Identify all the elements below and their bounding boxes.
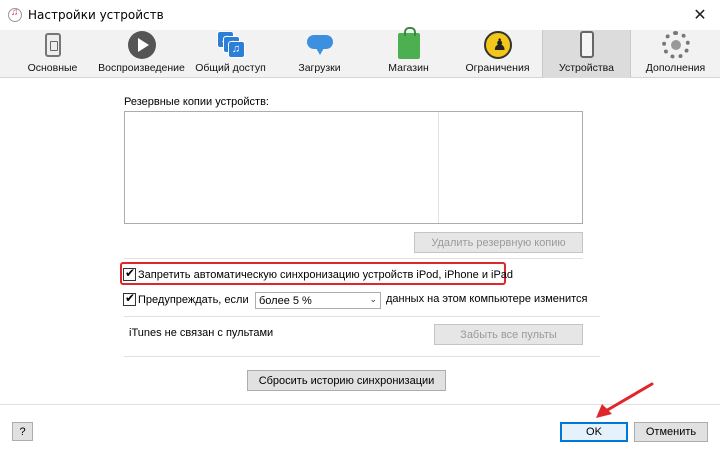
window-title: Настройки устройств [28, 8, 164, 22]
prevent-sync-row[interactable]: Запретить автоматическую синхронизацию у… [123, 266, 514, 281]
tab-label: Загрузки [298, 62, 341, 74]
sharing-icon: ♫ ♫ ♫ [216, 30, 245, 59]
tab-advanced[interactable]: Дополнения [631, 30, 720, 78]
warn-threshold-value: более 5 % [259, 294, 312, 307]
annotation-arrow [596, 382, 654, 418]
tab-label: Устройства [559, 62, 614, 74]
store-icon [397, 27, 420, 59]
prevent-sync-label: Запретить автоматическую синхронизацию у… [138, 268, 514, 281]
delete-backup-button[interactable]: Удалить резервную копию [414, 232, 583, 253]
cancel-button[interactable]: Отменить [634, 422, 708, 442]
chevron-down-icon: ⌄ [369, 294, 377, 304]
tab-label: Воспроизведение [98, 62, 185, 74]
gear-icon [661, 30, 690, 59]
remotes-status: iTunes не связан с пультами [129, 327, 274, 339]
warn-row[interactable]: Предупреждать, если [123, 291, 249, 306]
tab-store[interactable]: Магазин [364, 27, 453, 78]
prevent-sync-checkbox[interactable] [123, 266, 136, 281]
downloads-icon [305, 31, 335, 59]
tab-general[interactable]: Основные [8, 30, 97, 78]
divider [124, 356, 600, 357]
ok-button[interactable]: OK [560, 422, 628, 442]
divider [124, 258, 583, 259]
backups-label: Резервные копии устройств: [124, 96, 269, 108]
restrictions-icon [483, 30, 512, 59]
itunes-app-icon [8, 7, 22, 22]
forget-remotes-button[interactable]: Забыть все пульты [434, 324, 583, 345]
help-button[interactable]: ? [12, 422, 33, 441]
devices-icon [579, 31, 594, 58]
tab-label: Дополнения [645, 62, 706, 74]
warn-label: Предупреждать, если [138, 293, 249, 306]
tab-downloads[interactable]: Загрузки [275, 30, 364, 78]
title-bar: Настройки устройств ✕ [0, 0, 720, 30]
tab-playback[interactable]: Воспроизведение [97, 30, 186, 78]
backups-list[interactable] [124, 111, 583, 224]
tab-sharing[interactable]: ♫ ♫ ♫ Общий доступ [186, 30, 275, 78]
close-icon[interactable]: ✕ [680, 0, 720, 30]
general-icon [44, 32, 61, 57]
preferences-toolbar: Основные Воспроизведение ♫ ♫ ♫ Общий дос… [0, 27, 720, 78]
divider [124, 316, 600, 317]
tab-devices[interactable]: Устройства [542, 30, 631, 78]
warn-suffix: данных на этом компьютере изменится [386, 293, 588, 305]
play-icon [127, 30, 156, 59]
reset-sync-history-button[interactable]: Сбросить историю синхронизации [247, 370, 446, 391]
tab-label: Магазин [388, 62, 429, 74]
column-divider [438, 112, 439, 223]
tab-label: Основные [27, 62, 78, 74]
tab-restrictions[interactable]: Ограничения [453, 30, 542, 78]
tab-label: Общий доступ [195, 62, 266, 74]
tab-label: Ограничения [465, 62, 530, 74]
warn-threshold-select[interactable]: более 5 % ⌄ [255, 292, 381, 309]
warn-checkbox[interactable] [123, 291, 136, 306]
